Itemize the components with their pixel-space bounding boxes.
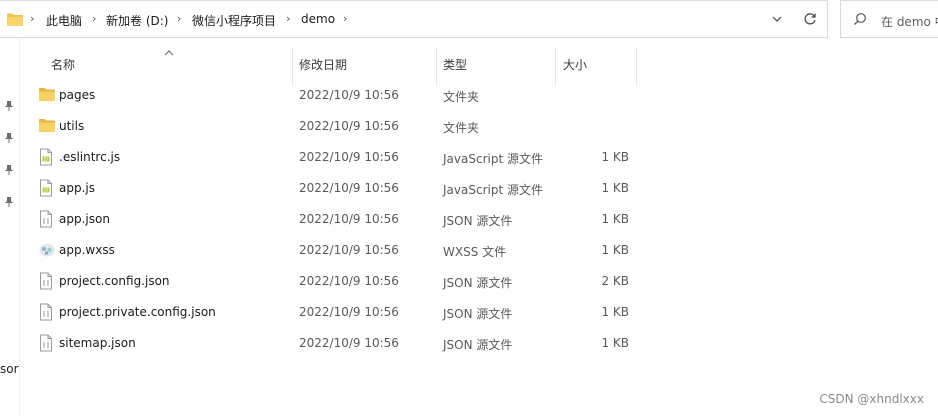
column-header-name[interactable]: 名称: [51, 56, 75, 73]
file-name: project.config.json: [59, 274, 170, 288]
pin-icon[interactable]: [4, 100, 14, 115]
search-icon: [853, 12, 867, 29]
file-row[interactable]: JS app.js 2022/10/9 10:56 JavaScript 源文件 1 K…: [20, 173, 640, 204]
breadcrumb-separator-icon: ›: [30, 12, 35, 25]
column-header-size[interactable]: 大小: [563, 56, 587, 73]
breadcrumb-separator-icon: ›: [286, 12, 291, 25]
breadcrumb-item[interactable]: 此电脑: [46, 12, 82, 29]
file-modified-date: 2022/10/9 10:56: [299, 181, 399, 195]
file-row[interactable]: project.private.config.json 2022/10/9 10:…: [20, 297, 640, 328]
breadcrumb-item[interactable]: demo: [301, 12, 335, 26]
file-size: 1 KB: [601, 181, 629, 195]
file-row[interactable]: pages 2022/10/9 10:56 文件夹: [20, 80, 640, 111]
column-header-type[interactable]: 类型: [443, 56, 467, 73]
js-file-icon: JS: [38, 179, 56, 197]
file-size: 2 KB: [601, 274, 629, 288]
file-type: JSON 源文件: [443, 214, 513, 228]
file-modified-date: 2022/10/9 10:56: [299, 88, 399, 102]
file-row[interactable]: JS .eslintrc.js 2022/10/9 10:56 JavaScript …: [20, 142, 640, 173]
pin-icon[interactable]: [4, 164, 14, 179]
file-name: .eslintrc.js: [59, 150, 121, 164]
folder-icon: [6, 12, 24, 30]
folder-icon: [38, 117, 56, 135]
file-row[interactable]: project.config.json 2022/10/9 10:56 JSON 源…: [20, 266, 640, 297]
column-header-date[interactable]: 修改日期: [299, 56, 347, 73]
wxss-file-icon: [38, 241, 56, 259]
sort-ascending-icon: [164, 45, 174, 59]
breadcrumb-item[interactable]: 微信小程序项目: [192, 12, 276, 29]
file-type: 文件夹: [443, 121, 480, 135]
file-type: JSON 源文件: [443, 276, 513, 290]
file-modified-date: 2022/10/9 10:56: [299, 305, 399, 319]
js-file-icon: JS: [38, 148, 56, 166]
file-size: 1 KB: [601, 243, 629, 257]
navigation-pane: [0, 39, 20, 416]
file-explorer-window: › 此电脑 › 新加卷 (D:) › 微信小程序项目 › demo › 在 de…: [0, 0, 938, 416]
svg-text:JS: JS: [43, 157, 48, 162]
svg-text:JS: JS: [43, 188, 48, 193]
pin-icon[interactable]: [4, 132, 14, 147]
json-file-icon: [38, 210, 56, 228]
file-type: JavaScript 源文件: [443, 183, 543, 197]
file-type: JavaScript 源文件: [443, 152, 543, 166]
watermark: CSDN @xhndlxxx: [819, 392, 924, 406]
file-size: 1 KB: [601, 212, 629, 226]
file-modified-date: 2022/10/9 10:56: [299, 212, 399, 226]
file-row[interactable]: app.wxss 2022/10/9 10:56 WXSS 文件 1 KB: [20, 235, 640, 266]
file-type: 文件夹: [443, 90, 480, 104]
json-file-icon: [38, 334, 56, 352]
file-name: sitemap.json: [59, 336, 136, 350]
file-modified-date: 2022/10/9 10:56: [299, 336, 399, 350]
file-name: app.js: [59, 181, 95, 195]
file-type: JSON 源文件: [443, 338, 513, 352]
file-modified-date: 2022/10/9 10:56: [299, 150, 399, 164]
file-row[interactable]: app.json 2022/10/9 10:56 JSON 源文件 1 KB: [20, 204, 640, 235]
breadcrumb-separator-icon: ›: [177, 12, 182, 25]
pin-icon[interactable]: [4, 196, 14, 211]
file-name: app.wxss: [59, 243, 115, 257]
file-type: WXSS 文件: [443, 245, 507, 259]
search-box[interactable]: 在 demo 中: [840, 0, 938, 38]
json-file-icon: [38, 303, 56, 321]
navigation-item-label[interactable]: sor: [0, 362, 19, 376]
chevron-down-icon[interactable]: [771, 13, 783, 28]
file-name: pages: [59, 88, 96, 102]
file-name: project.private.config.json: [59, 305, 216, 319]
file-type: JSON 源文件: [443, 307, 513, 321]
file-size: 1 KB: [601, 336, 629, 350]
json-file-icon: [38, 272, 56, 290]
breadcrumb-separator-icon: ›: [92, 12, 97, 25]
file-size: 1 KB: [601, 150, 629, 164]
file-modified-date: 2022/10/9 10:56: [299, 119, 399, 133]
file-row[interactable]: utils 2022/10/9 10:56 文件夹: [20, 111, 640, 142]
breadcrumb-separator-icon: ›: [343, 12, 348, 25]
refresh-icon[interactable]: [803, 12, 817, 29]
file-modified-date: 2022/10/9 10:56: [299, 274, 399, 288]
address-bar[interactable]: › 此电脑 › 新加卷 (D:) › 微信小程序项目 › demo ›: [0, 0, 828, 38]
search-input[interactable]: 在 demo 中: [881, 13, 938, 30]
file-name: app.json: [59, 212, 110, 226]
file-size: 1 KB: [601, 305, 629, 319]
file-row[interactable]: sitemap.json 2022/10/9 10:56 JSON 源文件 1 KB: [20, 328, 640, 359]
file-name: utils: [59, 119, 85, 133]
breadcrumb-item[interactable]: 新加卷 (D:): [106, 12, 168, 29]
file-modified-date: 2022/10/9 10:56: [299, 243, 399, 257]
folder-icon: [38, 86, 56, 104]
